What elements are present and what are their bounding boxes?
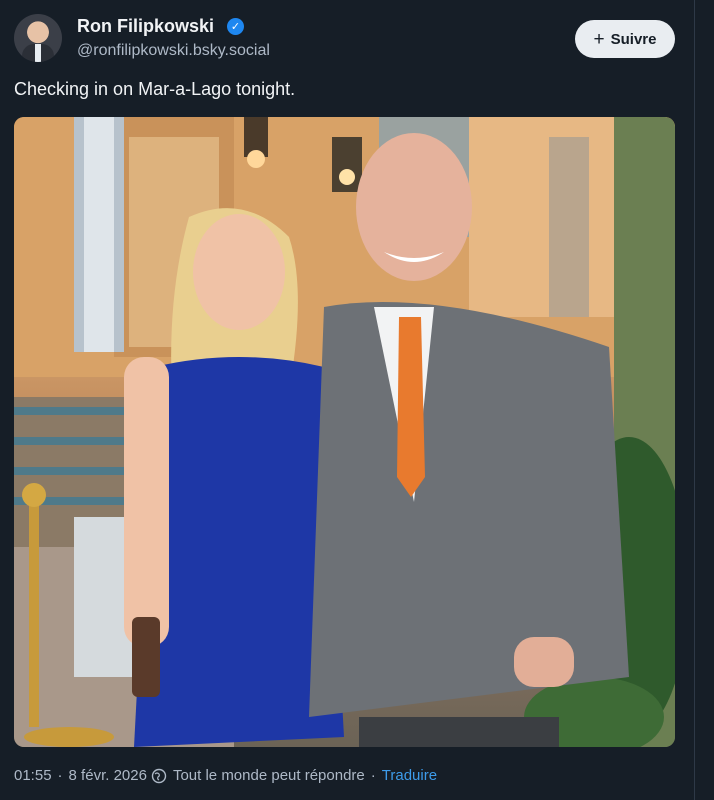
post-time[interactable]: 01:55 [14,767,52,784]
post-photo[interactable] [14,117,675,747]
plus-icon: + [593,28,605,50]
post-footer: 01:55 · 8 févr. 2026 Tout le monde peut … [14,767,437,784]
post-text: Checking in on Mar-a-Lago tonight. [14,79,296,99]
photo-illustration [14,117,675,747]
follow-button-label: Suivre [610,30,657,48]
verified-badge-icon: ✓ [227,18,244,35]
right-divider [694,0,695,800]
avatar-shirt [35,44,41,62]
post: Ron Filipkowski ✓ @ronfilipkowski.bsky.s… [0,0,694,800]
avatar[interactable] [14,14,62,62]
follow-button[interactable]: + Suivre [575,20,675,58]
post-date[interactable]: 8 févr. 2026 [69,767,147,784]
reply-setting[interactable]: Tout le monde peut répondre [173,767,365,784]
globe-icon [151,768,167,783]
footer-separator-2: · [370,767,376,784]
translate-link[interactable]: Traduire [382,767,437,784]
author-handle[interactable]: @ronfilipkowski.bsky.social [77,42,270,60]
display-name[interactable]: Ron Filipkowski [77,16,214,37]
footer-separator: · [57,767,63,784]
